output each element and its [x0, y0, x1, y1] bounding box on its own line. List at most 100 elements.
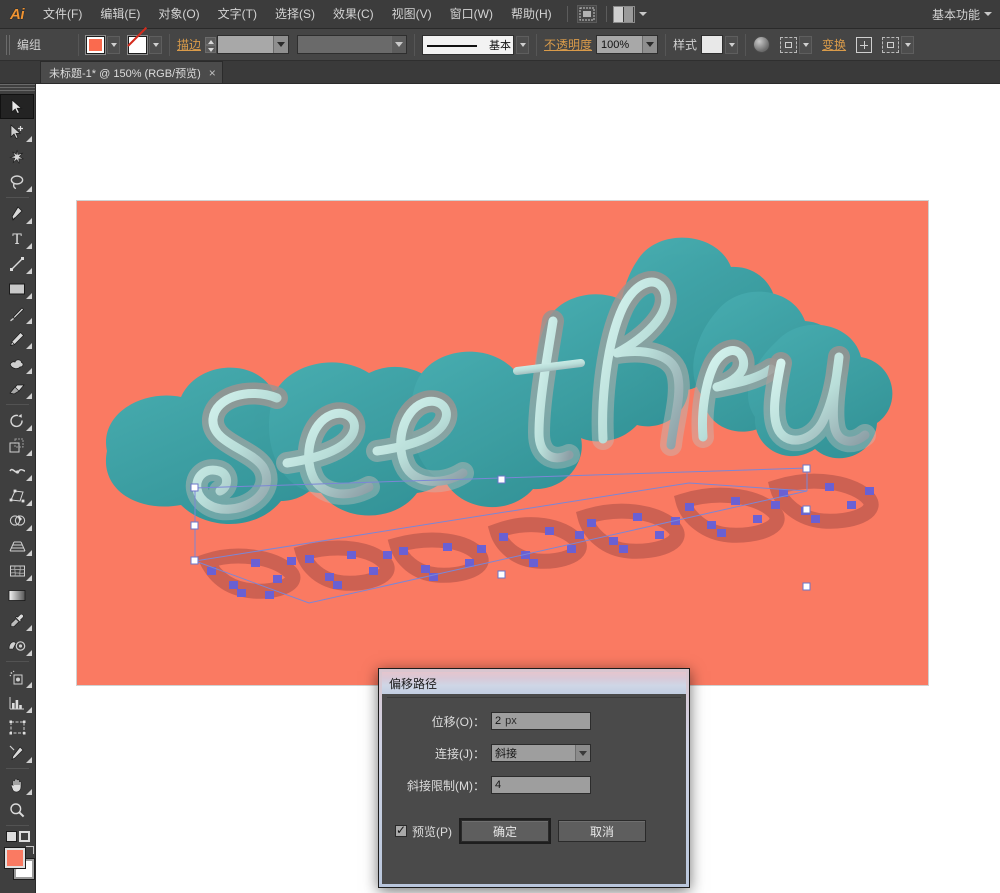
- menu-item-select[interactable]: 选择(S): [266, 0, 324, 29]
- joins-label: 连接(J)：: [435, 746, 485, 761]
- stroke-weight-chevron-down-icon: [273, 36, 289, 53]
- menu-item-effect[interactable]: 效果(C): [324, 0, 383, 29]
- paintbrush-tool[interactable]: [0, 301, 34, 326]
- isolate-group-icon[interactable]: [780, 36, 798, 53]
- document-tab[interactable]: 未标题-1* @ 150% (RGB/预览) ×: [40, 61, 223, 83]
- artboard[interactable]: [77, 201, 928, 685]
- align-icon[interactable]: [856, 36, 873, 53]
- menu-item-view[interactable]: 视图(V): [383, 0, 441, 29]
- line-segment-tool[interactable]: [0, 251, 34, 276]
- gradient-tool[interactable]: [0, 583, 34, 608]
- miter-limit-label: 斜接限制(M)：: [407, 778, 485, 793]
- stroke-profile-chevron-down-icon: [391, 36, 407, 53]
- brush-dropdown-icon[interactable]: [516, 35, 530, 54]
- eraser-tool[interactable]: [0, 376, 34, 401]
- type-tool[interactable]: T: [0, 226, 34, 251]
- miter-limit-input[interactable]: 4: [491, 776, 591, 794]
- blend-tool[interactable]: [0, 633, 34, 658]
- stroke-profile-combo[interactable]: [297, 35, 408, 54]
- brush-stroke-preview: [427, 44, 478, 47]
- fill-control[interactable]: [85, 34, 120, 55]
- perspective-grid-tool[interactable]: [0, 533, 34, 558]
- free-transform-tool[interactable]: [0, 483, 34, 508]
- divider: [78, 33, 79, 56]
- menu-item-help[interactable]: 帮助(H): [502, 0, 561, 29]
- opacity-combo[interactable]: 100%: [596, 35, 659, 54]
- offset-path-dialog[interactable]: 偏移路径 位移(O)： 2 px 连接(J)： 斜接 斜接限制(M)： 4 ✓ …: [378, 668, 690, 888]
- pen-tool[interactable]: [0, 201, 34, 226]
- document-tab-title: 未标题-1* @ 150% (RGB/预览): [49, 67, 201, 80]
- fill-dropdown-icon[interactable]: [107, 35, 120, 54]
- workspace-switcher[interactable]: 基本功能: [932, 6, 1000, 23]
- opacity-label[interactable]: 不透明度: [544, 36, 592, 53]
- transform-label[interactable]: 变换: [822, 36, 846, 53]
- arrange-dropdown-icon[interactable]: [901, 35, 915, 54]
- column-graph-tool[interactable]: [0, 690, 34, 715]
- zoom-tool[interactable]: [0, 797, 34, 822]
- stroke-dropdown-icon[interactable]: [149, 35, 162, 54]
- menu-item-file[interactable]: 文件(F): [34, 0, 91, 29]
- menu-item-type[interactable]: 文字(T): [209, 0, 266, 29]
- offset-value: 2: [495, 715, 502, 727]
- preview-label: 预览(P): [412, 824, 452, 839]
- graphic-style-swatch[interactable]: [701, 35, 724, 54]
- isolate-dropdown-icon[interactable]: [799, 35, 813, 54]
- width-tool[interactable]: [0, 458, 34, 483]
- dialog-title-bar[interactable]: 偏移路径: [382, 672, 686, 694]
- lasso-tool[interactable]: [0, 169, 34, 194]
- symbol-sprayer-tool[interactable]: [0, 665, 34, 690]
- pencil-tool[interactable]: [0, 326, 34, 351]
- joins-select[interactable]: 斜接: [491, 744, 591, 762]
- fill-swatch[interactable]: [85, 34, 106, 55]
- joins-chevron-down-icon[interactable]: [575, 745, 590, 761]
- arrange-documents-icon[interactable]: [612, 5, 635, 23]
- offset-input[interactable]: 2 px: [491, 712, 591, 730]
- stroke-weight-combo[interactable]: [217, 35, 290, 54]
- ok-button[interactable]: 确定: [461, 820, 549, 842]
- brush-definition-box[interactable]: 基本: [422, 34, 515, 55]
- divider-6: [745, 33, 747, 56]
- selection-tool[interactable]: [0, 94, 34, 119]
- mesh-tool[interactable]: [0, 558, 34, 583]
- close-icon[interactable]: ×: [209, 67, 216, 79]
- magic-wand-tool[interactable]: [0, 144, 34, 169]
- tools-panel-grip[interactable]: [0, 84, 35, 92]
- swap-fill-stroke-icon[interactable]: [26, 846, 34, 854]
- divider-3: [414, 33, 416, 56]
- brush-definition-label: 基本: [489, 39, 512, 52]
- offset-unit: px: [505, 715, 517, 727]
- options-bar-grip[interactable]: [6, 34, 11, 55]
- rotate-tool[interactable]: [0, 408, 34, 433]
- dialog-title: 偏移路径: [389, 676, 438, 691]
- direct-selection-tool[interactable]: [0, 119, 34, 144]
- eyedropper-tool[interactable]: [0, 608, 34, 633]
- slice-tool[interactable]: [0, 740, 34, 765]
- menu-item-object[interactable]: 对象(O): [149, 0, 208, 29]
- bridge-icon[interactable]: [576, 5, 597, 23]
- offset-label: 位移(O)：: [431, 714, 485, 729]
- stroke-control[interactable]: [127, 26, 162, 55]
- cancel-button[interactable]: 取消: [558, 820, 646, 842]
- chevron-down-icon[interactable]: [638, 12, 647, 16]
- rectangle-tool[interactable]: [0, 276, 34, 301]
- preview-checkbox[interactable]: [395, 823, 407, 837]
- menu-item-window[interactable]: 窗口(W): [441, 0, 502, 29]
- blob-brush-tool[interactable]: [0, 351, 34, 376]
- opacity-mask-icon[interactable]: [753, 36, 771, 53]
- artboard-tool[interactable]: [0, 715, 34, 740]
- app-logo-icon: Ai: [10, 5, 25, 23]
- stroke-weight-stepper[interactable]: [205, 36, 217, 53]
- style-dropdown-icon[interactable]: [725, 35, 739, 54]
- hand-tool[interactable]: [0, 772, 34, 797]
- scale-tool[interactable]: [0, 433, 34, 458]
- stroke-swatch[interactable]: [127, 26, 148, 55]
- stroke-weight-label[interactable]: 描边: [177, 36, 201, 53]
- stroke-focus-icon[interactable]: [18, 831, 30, 842]
- preview-checkbox-group[interactable]: 预览(P): [395, 823, 452, 840]
- fill-color-swatch[interactable]: [4, 847, 26, 869]
- arrange-icon[interactable]: [882, 36, 900, 53]
- menu-item-edit[interactable]: 编辑(E): [91, 0, 149, 29]
- offset-row: 位移(O)： 2 px: [387, 712, 681, 730]
- fill-focus-icon[interactable]: [5, 831, 17, 842]
- shape-builder-tool[interactable]: [0, 508, 34, 533]
